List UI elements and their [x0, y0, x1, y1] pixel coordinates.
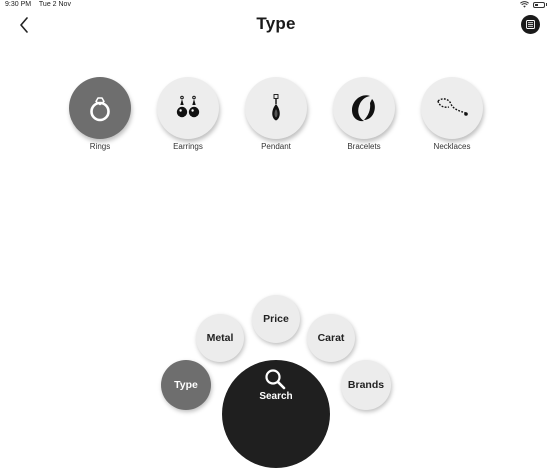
- pendant-icon: [272, 94, 280, 121]
- type-label: Rings: [89, 142, 111, 151]
- type-filter-button[interactable]: Type: [161, 360, 211, 410]
- brands-filter-label: Brands: [347, 379, 385, 391]
- bracelet-icon: [352, 95, 375, 122]
- search-button[interactable]: Search: [222, 360, 330, 468]
- metal-filter-label: Metal: [206, 332, 234, 344]
- type-circle: [69, 77, 131, 139]
- status-date: Tue 2 Nov: [38, 1, 71, 8]
- type-label: Earrings: [173, 142, 203, 151]
- type-circle: [333, 77, 395, 139]
- type-label: Bracelets: [347, 142, 381, 151]
- type-label: Necklaces: [433, 142, 471, 151]
- type-option-earrings[interactable]: Earrings: [156, 77, 220, 151]
- price-filter-label: Price: [263, 313, 289, 325]
- type-option-rings[interactable]: Rings: [68, 77, 132, 151]
- search-label: Search: [259, 391, 293, 402]
- status-time: 9:30 PM: [5, 1, 32, 8]
- type-option-pendant[interactable]: Pendant: [244, 77, 308, 151]
- type-label: Pendant: [261, 142, 291, 151]
- wifi-icon: [520, 1, 529, 8]
- necklace-icon: [437, 98, 468, 116]
- status-right: [520, 1, 547, 8]
- brands-filter-button[interactable]: Brands: [341, 360, 391, 410]
- price-filter-button[interactable]: Price: [252, 295, 300, 343]
- carat-filter-label: Carat: [317, 332, 345, 344]
- battery-icon: [533, 1, 545, 8]
- battery-tip: [546, 3, 547, 6]
- type-option-necklaces[interactable]: Necklaces: [420, 77, 484, 151]
- metal-filter-button[interactable]: Metal: [196, 314, 244, 362]
- list-button[interactable]: [521, 15, 540, 34]
- type-filter-label: Type: [174, 379, 198, 391]
- ring-icon: [90, 97, 110, 122]
- carat-filter-button[interactable]: Carat: [307, 314, 355, 362]
- status-left: 9:30 PM Tue 2 Nov: [5, 1, 77, 8]
- status-bar: 9:30 PM Tue 2 Nov: [0, 0, 552, 12]
- type-option-bracelets[interactable]: Bracelets: [332, 77, 396, 151]
- search-icon: [265, 369, 286, 390]
- list-icon: [526, 20, 535, 29]
- type-circle: [421, 77, 483, 139]
- type-circle: [157, 77, 219, 139]
- page-title: Type: [256, 14, 296, 33]
- type-circle: [245, 77, 307, 139]
- earrings-icon: [176, 95, 200, 118]
